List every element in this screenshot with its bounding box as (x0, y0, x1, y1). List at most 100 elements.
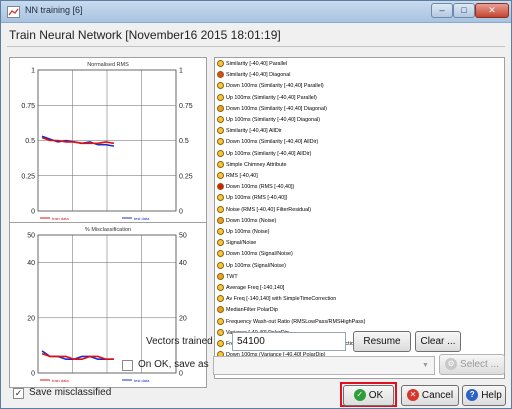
list-item[interactable]: Down 100ms (Similarity [-40,40] Diagonal… (217, 104, 327, 114)
list-item-label: Down 100ms (Similarity [-40,40] Diagonal… (226, 105, 327, 112)
list-item[interactable]: Up 100ms (Similarity [-40,40] Diagonal) (217, 116, 320, 125)
help-icon: ? (466, 389, 479, 402)
status-dot-icon (217, 71, 224, 79)
select-button-label: Select ... (460, 359, 499, 370)
y-tick-label-left: 0.75 (21, 103, 35, 110)
status-dot-icon (217, 340, 224, 348)
maximize-button[interactable]: □ (453, 3, 475, 18)
list-item[interactable]: Similarity [-40,40] Diagonal (217, 71, 290, 80)
list-item[interactable]: Down 100ms (RMS [-40,40]) (217, 183, 294, 192)
list-item-label: RMS [-40,40] (226, 173, 258, 179)
status-dot-icon (217, 317, 224, 325)
misclassification-chart-title: % Misclassification (85, 227, 131, 233)
legend-train: train data (52, 216, 69, 221)
list-item[interactable]: Down 100ms (Noise) (217, 216, 276, 226)
status-dot-icon (217, 116, 224, 124)
list-item-label: Similarity [-40,40] Parallel (226, 61, 288, 67)
list-item-label: Up 100ms (Signal/Noise) (226, 262, 286, 269)
status-dot-icon (217, 228, 224, 236)
list-item[interactable]: Up 100ms (Noise) (217, 228, 269, 237)
y-tick-label-right: 0.75 (179, 103, 193, 110)
y-tick-label-left: 20 (27, 315, 35, 322)
list-item-label: Average Freq [-140,140] (226, 285, 285, 291)
list-item-label: Up 100ms (Similarity [-40,40] Parallel) (226, 94, 317, 101)
list-item[interactable]: Average Freq [-140,140] (217, 284, 284, 293)
rms-chart: Normalised RMS 1 1 0.75 0.75 0.5 0.5 0.25 0.25 0… (9, 57, 207, 226)
divider (7, 46, 505, 47)
status-dot-icon (217, 93, 224, 101)
list-item-label: Similarity [-40,40] AllDir (226, 128, 282, 135)
list-item[interactable]: Signal/Noise (217, 239, 256, 248)
on-ok-save-checkbox[interactable] (122, 360, 133, 371)
y-tick-label-right: 50 (179, 233, 187, 240)
chevron-down-icon[interactable]: ▼ (419, 359, 432, 372)
clear-button[interactable]: Clear ... (415, 331, 461, 352)
list-item-label: Up 100ms (Similarity [-40,40] AllDir) (226, 150, 312, 157)
list-item[interactable]: Simple Chimney Attribute (217, 160, 287, 170)
list-item-label: Down 100ms (RMS [-40,40]) (226, 184, 295, 191)
y-tick-label-left: 0.5 (25, 138, 35, 145)
list-item-label: Similarity [-40,40] Diagonal (226, 72, 291, 79)
list-item[interactable]: Up 100ms (Similarity [-40,40] Parallel) (217, 93, 317, 103)
status-dot-icon (217, 261, 224, 269)
list-item[interactable]: Up 100ms (Similarity [-40,40] AllDir) (217, 149, 312, 159)
help-button-label: Help (481, 390, 502, 401)
list-item[interactable]: Similarity [-40,40] Parallel (217, 60, 287, 69)
list-item-label: MedianFilter PolarDip (226, 307, 278, 314)
list-item[interactable]: Similarity [-40,40] AllDir (217, 127, 282, 136)
status-dot-icon (217, 205, 224, 213)
y-tick-label-left: 0 (31, 209, 35, 216)
list-item-label: Down 100ms (Similarity [-40,40] AllDir) (226, 139, 319, 146)
cancel-button[interactable]: ✕ Cancel (401, 385, 459, 406)
status-dot-icon (217, 104, 224, 112)
list-item-label: TWT (226, 273, 238, 280)
legend-test: test data (134, 378, 150, 383)
resume-button[interactable]: Resume (353, 331, 411, 352)
minimize-button[interactable]: – (431, 3, 453, 18)
list-item[interactable]: RMS [-40,40] (217, 172, 258, 181)
cancel-button-label: Cancel (421, 390, 454, 401)
title-bar[interactable]: NN training [6] – □ ✕ (1, 1, 511, 23)
list-item[interactable]: Noise (RMS [-40,40] FilterResidual) (217, 205, 311, 215)
y-tick-label-right: 0.25 (179, 173, 193, 180)
list-item[interactable]: Av Freq [-140,140] with SimpleTimeCorrec… (217, 295, 336, 304)
list-item-label: Up 100ms (Similarity [-40,40] Diagonal) (226, 117, 321, 123)
status-dot-icon (217, 216, 224, 224)
help-button[interactable]: ? Help (462, 385, 506, 406)
y-tick-label-right: 0 (179, 209, 183, 216)
status-dot-icon (217, 328, 224, 336)
cancel-icon: ✕ (406, 389, 419, 402)
y-tick-label-left: 1 (31, 68, 35, 75)
list-item-label: Up 100ms (Noise) (226, 229, 270, 235)
status-dot-icon (217, 284, 224, 292)
list-item-label: Av Freq [-140,140] with SimpleTimeCorrec… (226, 296, 337, 303)
status-dot-icon (217, 239, 224, 247)
status-dot-icon (217, 138, 224, 146)
list-item[interactable]: Down 100ms (Similarity [-40,40] Parallel… (217, 82, 324, 91)
y-tick-label-left: 0 (31, 371, 35, 378)
status-dot-icon (217, 250, 224, 258)
status-dot-icon (217, 160, 224, 168)
vectors-trained-field[interactable]: 54100 (232, 332, 346, 351)
status-dot-icon (217, 172, 224, 180)
list-item[interactable]: Up 100ms (RMS [-40,40]) (217, 194, 287, 203)
list-item[interactable]: TWT (217, 272, 238, 282)
list-item[interactable]: MedianFilter PolarDip (217, 306, 278, 315)
vectors-trained-label: Vectors trained (146, 336, 213, 347)
list-item[interactable]: Frequency Wash-out Ratio (RMSLowPass/RMS… (217, 317, 365, 327)
status-dot-icon (217, 183, 224, 191)
list-item[interactable]: Down 100ms (Signal/Noise) (217, 250, 293, 259)
list-item[interactable]: Down 100ms (Similarity [-40,40] AllDir) (217, 138, 318, 147)
list-item[interactable]: Up 100ms (Signal/Noise) (217, 261, 286, 271)
nn-training-window: NN training [6] – □ ✕ Train Neural Netwo… (0, 0, 512, 409)
select-button[interactable]: ⚙ Select ... (439, 354, 505, 375)
ok-button[interactable]: ✓ OK (343, 385, 394, 406)
status-dot-icon (217, 194, 224, 202)
close-button[interactable]: ✕ (475, 3, 509, 18)
on-ok-save-label: On OK, save as (138, 359, 209, 370)
save-misclassified-checkbox[interactable]: ✓ (13, 388, 24, 399)
save-as-combo[interactable]: ▼ (213, 356, 435, 375)
status-dot-icon (217, 149, 224, 157)
status-dot-icon (217, 295, 224, 303)
y-tick-label-right: 1 (179, 68, 183, 75)
